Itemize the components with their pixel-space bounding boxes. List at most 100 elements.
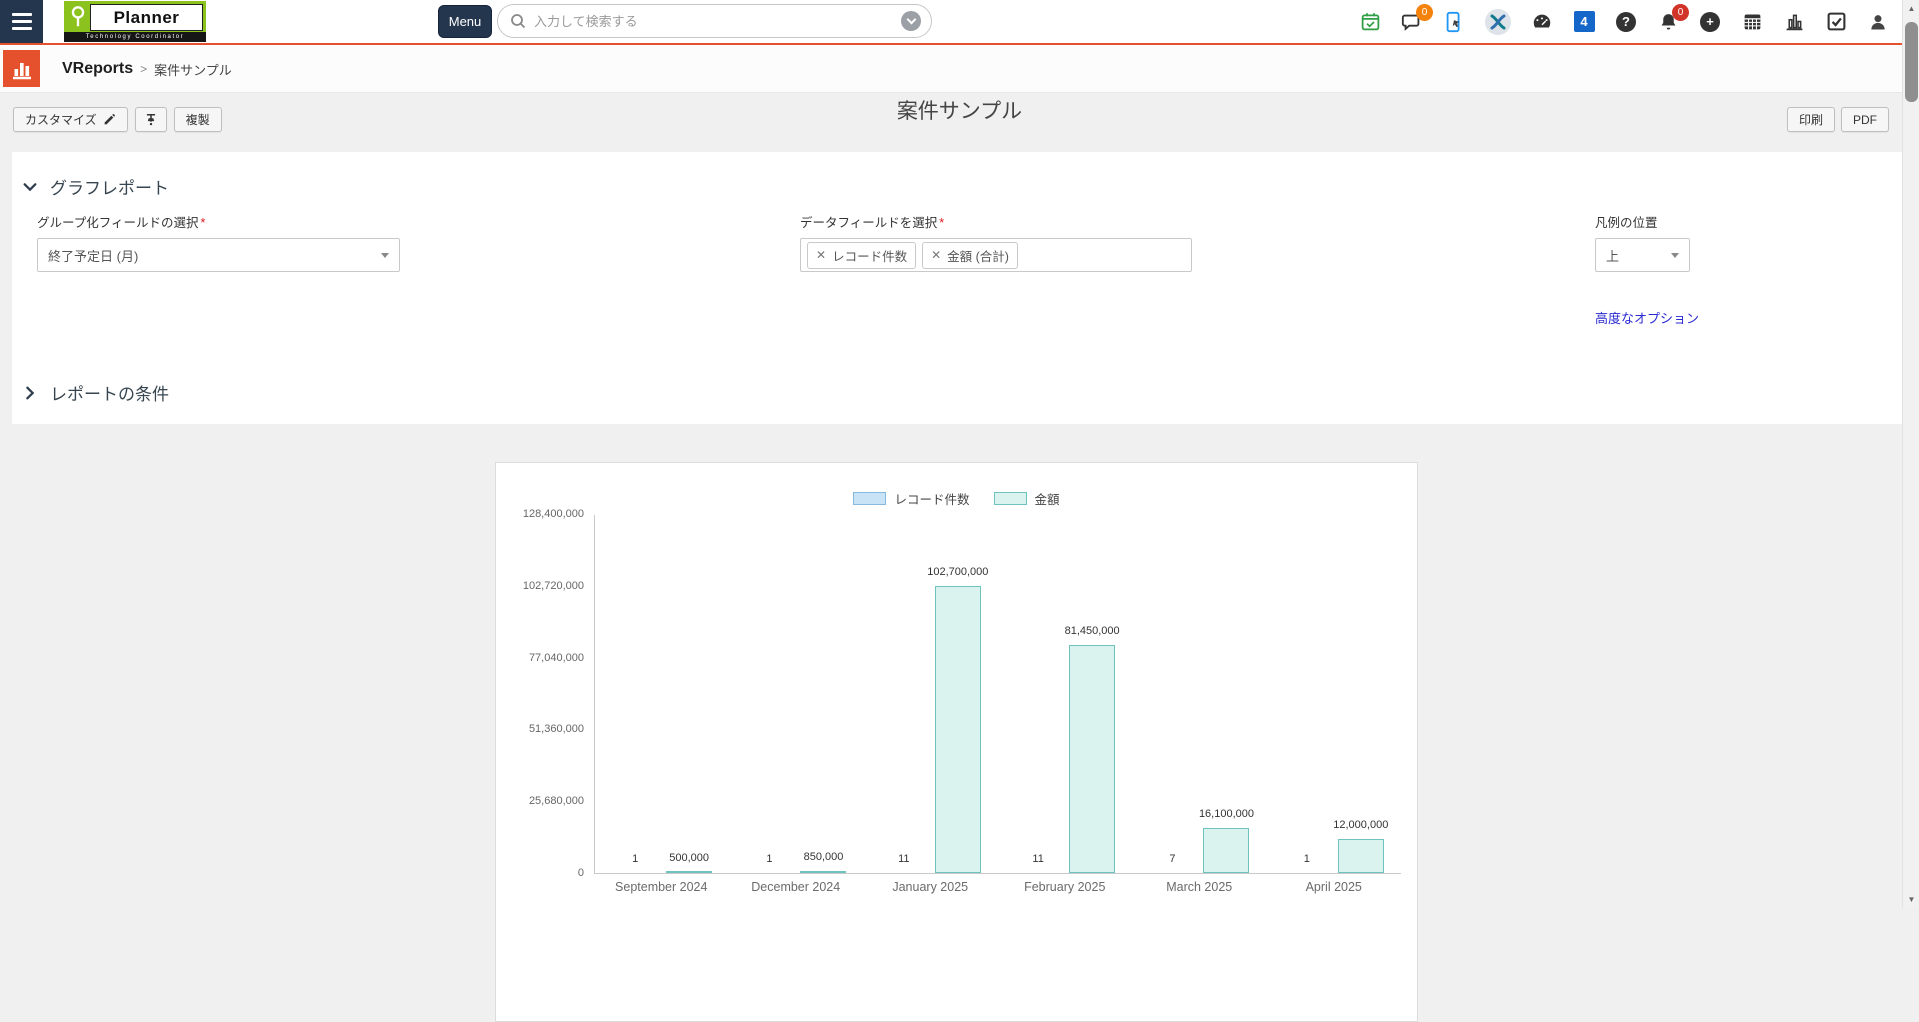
- legend-label: 金額: [1035, 489, 1060, 508]
- breadcrumb-app-link[interactable]: VReports: [62, 60, 133, 78]
- customize-button[interactable]: カスタマイズ: [13, 107, 128, 132]
- search-input[interactable]: [534, 14, 901, 29]
- y-axis-tick-label: 128,400,000: [523, 508, 584, 520]
- graph-report-section-header[interactable]: グラフレポート: [22, 174, 169, 199]
- user-icon[interactable]: [1867, 11, 1889, 33]
- bar-slot: 81,450,000: [1065, 515, 1119, 873]
- bar-value-label: 500,000: [669, 852, 709, 864]
- chart-bar: [1069, 645, 1115, 873]
- chevron-right-icon: [22, 385, 38, 401]
- chart-category-column: 11 81,450,000: [998, 515, 1132, 873]
- search-icon: [510, 13, 526, 29]
- bar-slot: 7: [1145, 515, 1199, 873]
- tag-remove-icon[interactable]: ✕: [816, 249, 826, 261]
- legend-item: レコード件数: [853, 489, 969, 508]
- group-field-value: 終了予定日 (月): [48, 246, 138, 265]
- bar-slot: 16,100,000: [1199, 515, 1253, 873]
- legend-item: 金額: [994, 489, 1060, 508]
- bar-value-label: 11: [1032, 853, 1043, 865]
- report-conditions-section-header[interactable]: レポートの条件: [22, 380, 169, 405]
- y-axis: 128,400,000102,720,00077,040,00051,360,0…: [496, 515, 584, 874]
- tag-label: レコード件数: [832, 246, 907, 265]
- advanced-options-link[interactable]: 高度なオプション: [1595, 308, 1699, 327]
- tag-label: 金額 (合計): [947, 246, 1009, 265]
- bar-value-label: 850,000: [804, 851, 844, 863]
- notifications-bell-icon[interactable]: 0: [1657, 11, 1679, 33]
- bar-slot: 11: [877, 515, 931, 873]
- pin-button[interactable]: [135, 107, 167, 132]
- required-asterisk: *: [201, 216, 206, 230]
- mobile-share-icon[interactable]: [1443, 11, 1465, 33]
- bar-slot: 12,000,000: [1334, 515, 1388, 873]
- notifications-badge: 0: [1672, 4, 1689, 21]
- x-logo-icon[interactable]: [1485, 9, 1511, 35]
- logo-subtitle: Technology Coordinator: [64, 32, 206, 42]
- scroll-down-arrow[interactable]: ▼: [1903, 891, 1919, 908]
- required-asterisk: *: [939, 216, 944, 230]
- bar-slot: 1: [608, 515, 662, 873]
- pdf-button[interactable]: PDF: [1841, 107, 1889, 132]
- x-axis-category-label: March 2025: [1132, 880, 1267, 894]
- tasks-check-icon[interactable]: [1825, 11, 1847, 33]
- scrollbar-thumb[interactable]: [1905, 22, 1918, 102]
- pin-icon: [144, 112, 158, 128]
- logo-pin-icon: [70, 5, 86, 29]
- bar-value-label: 11: [898, 853, 909, 865]
- vreports-module-icon[interactable]: [3, 50, 40, 87]
- data-field-tag: ✕ レコード件数: [807, 242, 916, 269]
- hamburger-menu-button[interactable]: [0, 0, 43, 43]
- pencil-icon: [103, 113, 116, 126]
- search-scope-dropdown[interactable]: [901, 11, 921, 31]
- legend-swatch: [853, 492, 886, 505]
- y-axis-tick-label: 77,040,000: [529, 652, 584, 664]
- reports-chart-icon[interactable]: [1783, 11, 1805, 33]
- data-field-label: データフィールドを選択*: [800, 212, 944, 231]
- bar-value-label: 7: [1169, 853, 1175, 865]
- calendar-icon[interactable]: [1741, 11, 1763, 33]
- print-button[interactable]: 印刷: [1787, 107, 1835, 132]
- legend-position-select[interactable]: 上: [1595, 238, 1690, 272]
- data-field-input[interactable]: ✕ レコード件数 ✕ 金額 (合計): [800, 238, 1192, 272]
- graph-report-section-title: グラフレポート: [50, 174, 169, 199]
- help-icon[interactable]: ?: [1615, 11, 1637, 33]
- y-axis-tick-label: 102,720,000: [523, 580, 584, 592]
- breadcrumb-bar: VReports > 案件サンプル: [0, 45, 1919, 93]
- group-field-select[interactable]: 終了予定日 (月): [37, 238, 400, 272]
- bar-value-label: 1: [632, 853, 638, 865]
- chat-icon[interactable]: 0: [1401, 11, 1423, 33]
- chart-bar: [800, 871, 846, 873]
- scroll-up-arrow[interactable]: ▲: [1903, 0, 1919, 17]
- tag-remove-icon[interactable]: ✕: [931, 249, 941, 261]
- bar-value-label: 1: [766, 853, 772, 865]
- bar-slot: 11: [1011, 515, 1065, 873]
- calendar-check-icon[interactable]: [1359, 11, 1381, 33]
- caret-down-icon: [381, 253, 389, 258]
- app-logo[interactable]: Planner Technology Coordinator: [64, 1, 206, 42]
- bar-slot: 1: [742, 515, 796, 873]
- chevron-down-icon: [22, 179, 38, 195]
- menu-button[interactable]: Menu: [438, 5, 492, 38]
- dashboard-gauge-icon[interactable]: [1531, 11, 1553, 33]
- bar-slot: 500,000: [662, 515, 716, 873]
- add-icon[interactable]: +: [1699, 11, 1721, 33]
- chart-plot-area: 1 500,000 1 850,000 11 102,700,000 11 81,450,00…: [594, 515, 1401, 874]
- x-axis-category-label: January 2025: [863, 880, 998, 894]
- data-field-tag: ✕ 金額 (合計): [922, 242, 1018, 269]
- chart-bar: [1338, 839, 1384, 873]
- breadcrumb-page: 案件サンプル: [154, 60, 232, 79]
- chart-bar: [666, 871, 712, 873]
- navbar-icon-row: 0 4 ? 0 +: [1359, 0, 1889, 43]
- bar-slot: 102,700,000: [931, 515, 985, 873]
- x-axis-category-label: February 2025: [998, 880, 1133, 894]
- duplicate-button[interactable]: 複製: [174, 107, 222, 132]
- chart-legend: レコード件数 金額: [496, 489, 1417, 508]
- report-conditions-title: レポートの条件: [50, 380, 169, 405]
- chat-badge: 0: [1416, 4, 1433, 21]
- bar-value-label: 16,100,000: [1199, 808, 1254, 820]
- chart-category-column: 112,000,000: [1267, 515, 1401, 873]
- workspace-tile-icon[interactable]: 4: [1573, 11, 1595, 33]
- vertical-scrollbar[interactable]: ▲ ▼: [1902, 0, 1919, 908]
- chevron-down-icon: [906, 15, 916, 25]
- legend-position-label: 凡例の位置: [1595, 212, 1658, 231]
- breadcrumb-separator: >: [140, 62, 147, 76]
